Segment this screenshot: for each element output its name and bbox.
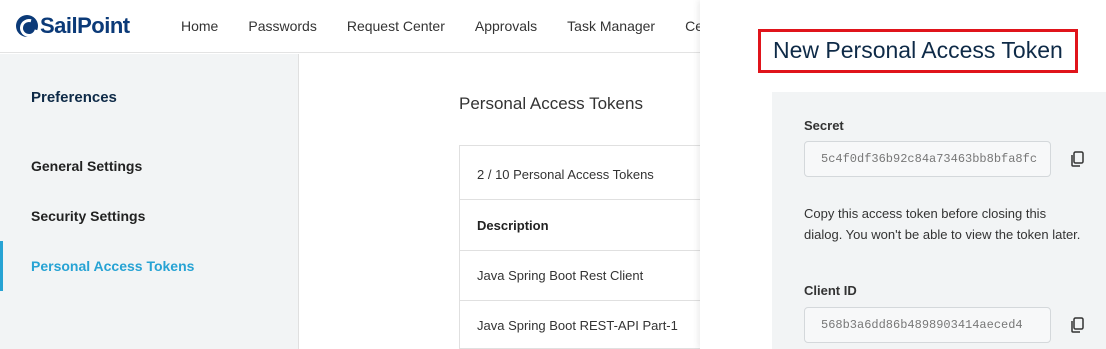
page-title: Personal Access Tokens: [459, 94, 643, 113]
client-id-field[interactable]: 568b3a6dd86b4898903414aeced4: [804, 307, 1051, 343]
client-id-label: Client ID: [804, 283, 857, 298]
nav-item-home[interactable]: Home: [181, 18, 218, 34]
nav-item-approvals[interactable]: Approvals: [475, 18, 537, 34]
top-navigation-bar: SailPoint Home Passwords Request Center …: [0, 0, 700, 53]
main-nav: Home Passwords Request Center Approvals …: [181, 18, 700, 34]
nav-item-passwords[interactable]: Passwords: [248, 18, 316, 34]
sailpoint-logo-icon: [16, 15, 38, 37]
copy-warning-note: Copy this access token before closing th…: [804, 206, 1081, 242]
new-token-panel: New Personal Access Token Secret 5c4f0df…: [700, 0, 1106, 349]
sidebar-item-general-settings[interactable]: General Settings: [0, 141, 298, 191]
nav-clip: SailPoint Home Passwords Request Center …: [0, 0, 700, 53]
table-row[interactable]: Java Spring Boot Rest Client: [460, 251, 720, 301]
nav-item-request-center[interactable]: Request Center: [347, 18, 445, 34]
token-details: Secret 5c4f0df36b92c84a73463bb8bfa8fc Co…: [772, 92, 1106, 349]
column-header-description[interactable]: Description: [460, 201, 720, 251]
brand-logo[interactable]: SailPoint: [16, 13, 130, 39]
brand-name: SailPoint: [40, 13, 130, 38]
secret-label: Secret: [804, 118, 844, 133]
sidebar-item-security-settings[interactable]: Security Settings: [0, 191, 298, 241]
nav-item-certifications[interactable]: Certi: [685, 18, 700, 34]
preferences-sidebar: Preferences General Settings Security Se…: [0, 54, 299, 349]
token-count: 2 / 10 Personal Access Tokens: [460, 150, 720, 200]
tokens-table: 2 / 10 Personal Access Tokens Descriptio…: [459, 145, 720, 349]
table-row[interactable]: Java Spring Boot REST-API Part-1: [460, 301, 720, 349]
nav-item-task-manager[interactable]: Task Manager: [567, 18, 655, 34]
secret-field[interactable]: 5c4f0df36b92c84a73463bb8bfa8fc: [804, 141, 1051, 177]
copy-icon[interactable]: [1070, 151, 1084, 167]
panel-title: New Personal Access Token: [773, 37, 1063, 63]
copy-icon[interactable]: [1070, 317, 1084, 333]
sidebar-title: Preferences: [31, 89, 117, 106]
sidebar-item-personal-access-tokens[interactable]: Personal Access Tokens: [0, 241, 298, 291]
